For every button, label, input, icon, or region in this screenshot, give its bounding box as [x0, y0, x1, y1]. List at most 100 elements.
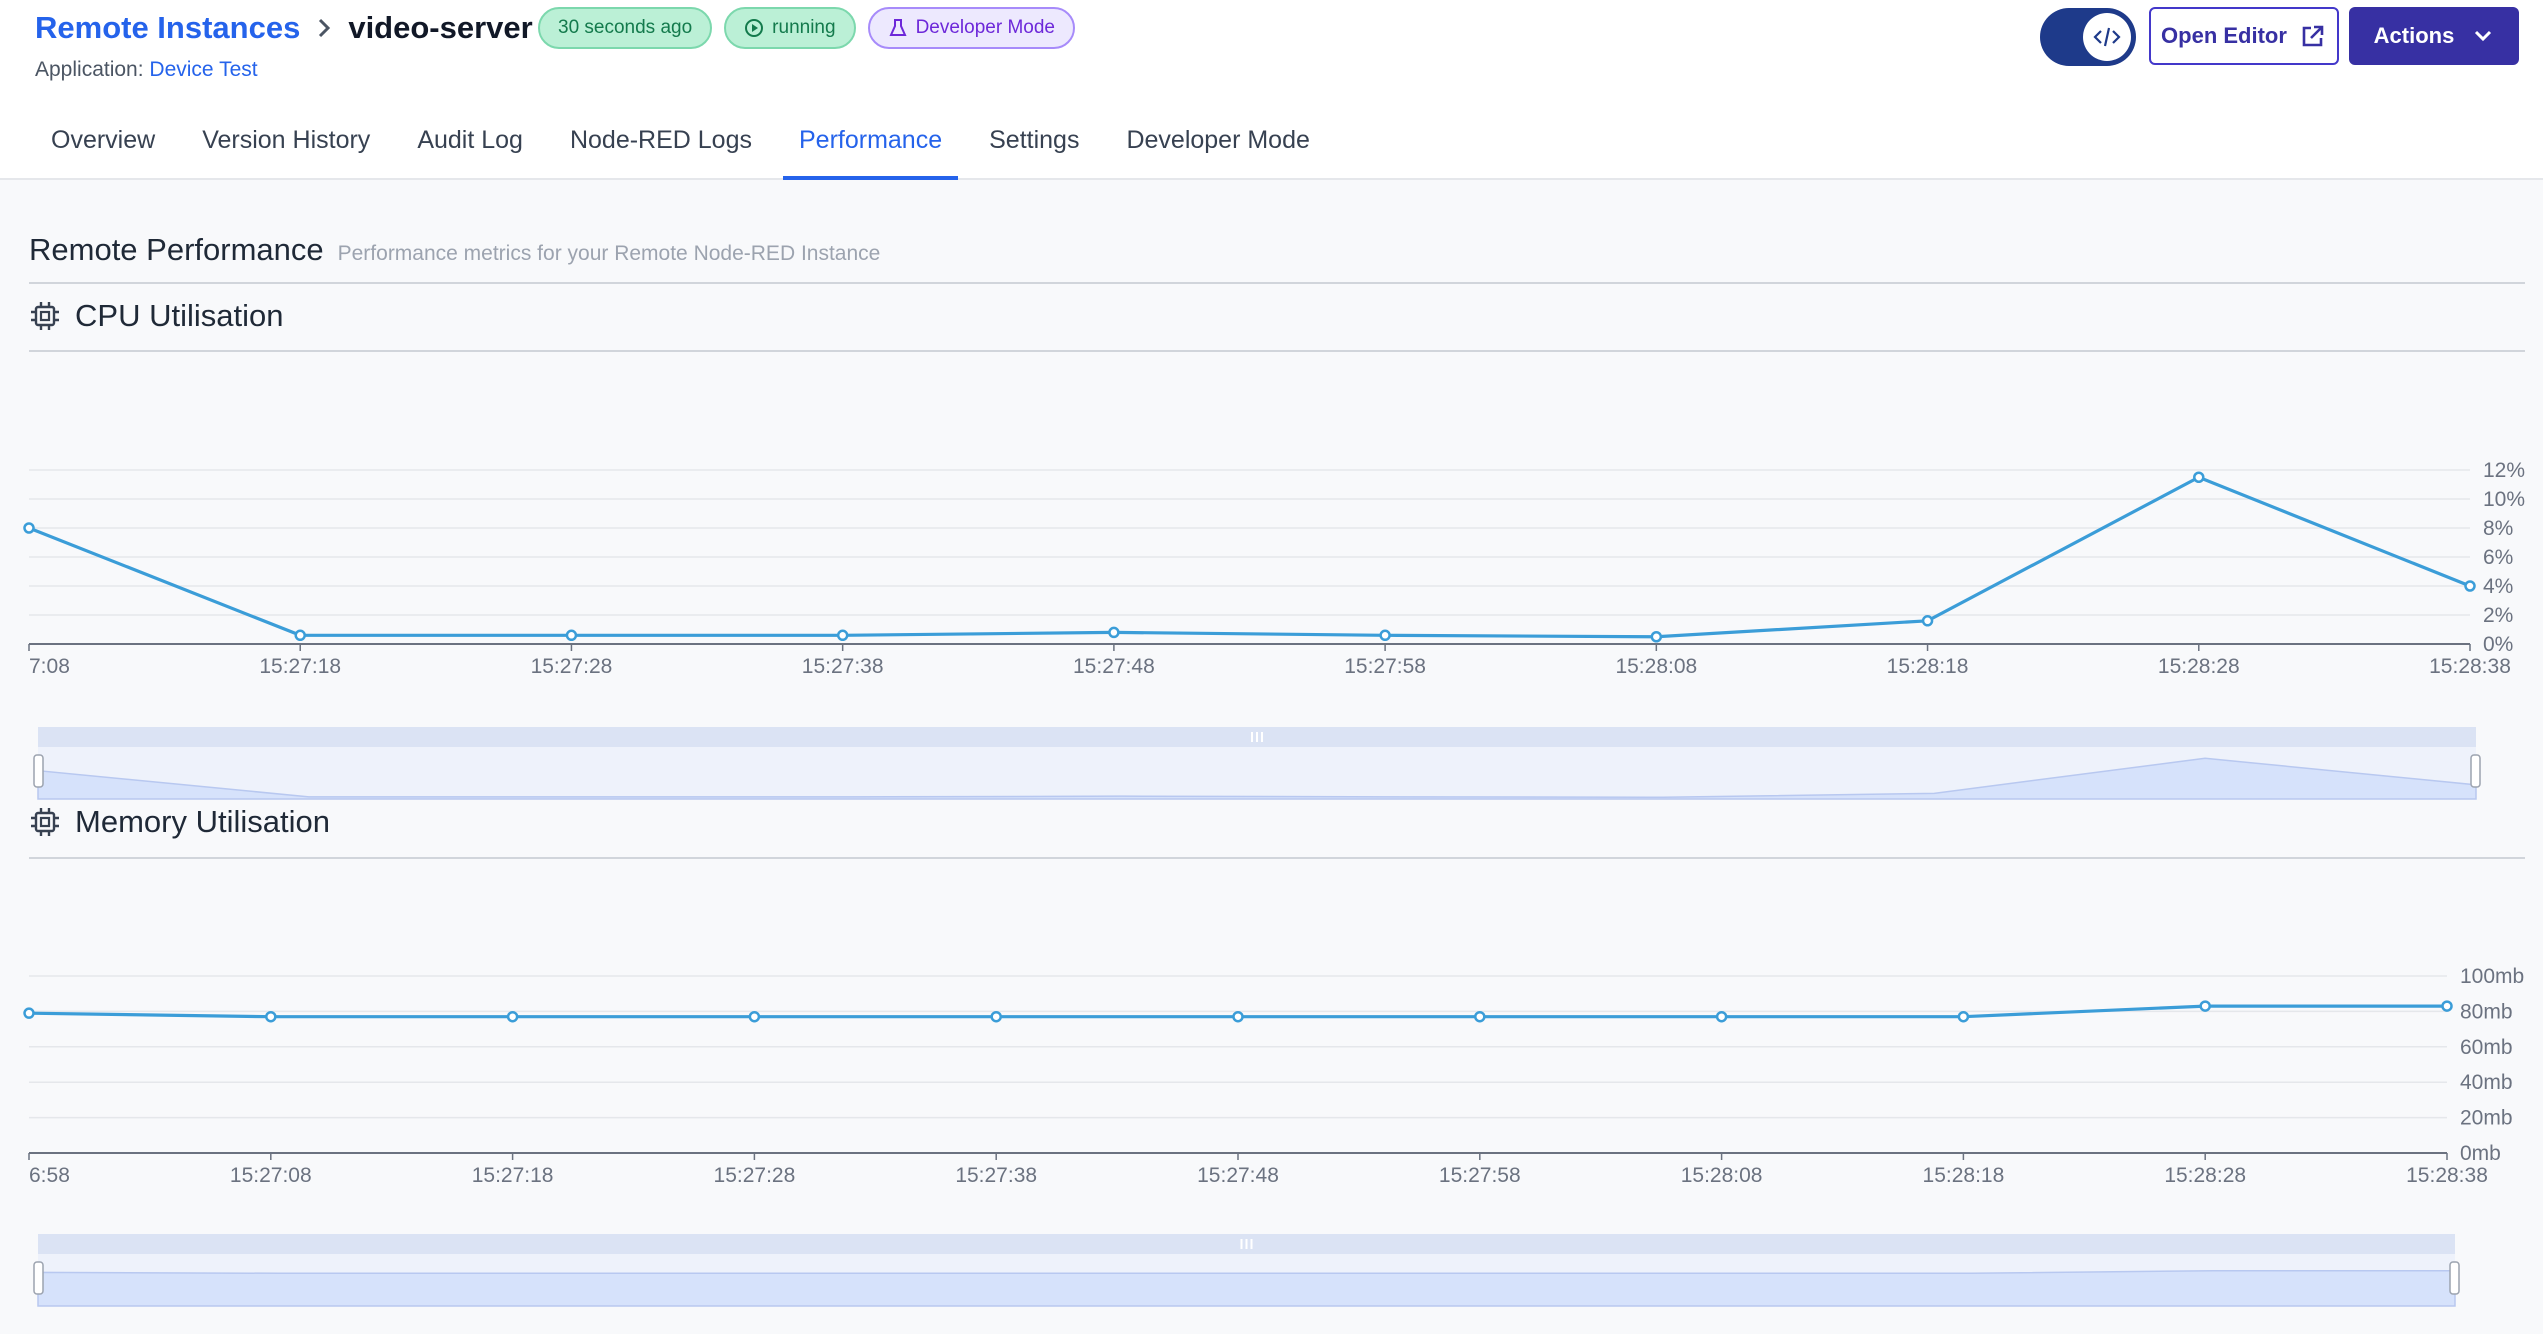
x-tick-label: 15:27:18: [259, 655, 341, 678]
x-tick-label: 15:28:08: [1681, 1164, 1763, 1187]
code-icon: [2093, 27, 2121, 47]
memory-chart-title: Memory Utilisation: [75, 804, 330, 839]
x-tick-label: 15:28:38: [2406, 1164, 2488, 1187]
toggle-knob: [2083, 13, 2131, 61]
developer-mode-badge: Developer Mode: [867, 7, 1075, 49]
data-point: [2199, 1000, 2211, 1012]
data-point: [2464, 580, 2476, 592]
x-tick-label: 15:27:48: [1197, 1164, 1279, 1187]
tab-settings[interactable]: Settings: [973, 118, 1095, 180]
section-title: Remote Performance: [29, 232, 324, 267]
y-tick-label: 100mb: [2460, 965, 2524, 988]
y-tick-label: 2%: [2483, 604, 2513, 627]
cpu-icon: [31, 302, 59, 330]
tab-version-history[interactable]: Version History: [186, 118, 386, 180]
y-tick-label: 8%: [2483, 517, 2513, 540]
tab-node-red-logs[interactable]: Node-RED Logs: [554, 118, 768, 180]
application-info: Application: Device Test: [35, 58, 258, 82]
chevron-right-icon: [319, 18, 331, 38]
tab-overview[interactable]: Overview: [35, 118, 171, 180]
x-tick-label: 6:58: [29, 1164, 70, 1187]
x-tick-label: 15:27:08: [230, 1164, 312, 1187]
slider-handle-left: [33, 754, 44, 788]
y-tick-label: 6%: [2483, 546, 2513, 569]
instance-header: Remote Instances video-server 30 seconds…: [0, 0, 2543, 180]
memory-divider: [29, 857, 2525, 859]
y-tick-label: 10%: [2483, 488, 2525, 511]
data-point: [990, 1010, 1002, 1023]
x-tick-label: 15:28:08: [1615, 655, 1697, 678]
slider-preview-area: [37, 1269, 2456, 1307]
x-tick-label: 15:28:18: [1923, 1164, 2005, 1187]
x-tick-label: 15:27:18: [472, 1164, 554, 1187]
developer-mode-toggle[interactable]: [2040, 8, 2136, 66]
y-tick-label: 60mb: [2460, 1036, 2513, 1059]
y-tick-label: 4%: [2483, 575, 2513, 598]
zoom-slider: [33, 1234, 2460, 1307]
instance-tabs: Overview Version History Audit Log Node-…: [35, 118, 1341, 180]
data-point: [23, 1007, 35, 1019]
beaker-icon: [889, 19, 907, 36]
data-point: [1650, 631, 1663, 643]
data-point: [265, 1010, 277, 1023]
breadcrumb-remote-instances[interactable]: Remote Instances: [35, 10, 300, 46]
data-point: [836, 629, 849, 642]
cpu-chart: 0% 2% 4% 6% 8% 10% 12% 7:08 15:27:18 15:27:28 15:2…: [23, 459, 2525, 800]
developer-mode-text: Developer Mode: [915, 17, 1055, 38]
x-tick-label: 15:28:18: [1887, 655, 1969, 678]
section-divider: [29, 282, 2525, 284]
section-header: Remote Performance Performance metrics f…: [29, 232, 880, 268]
slider-handle-left: [33, 1261, 44, 1295]
data-point: [1921, 615, 1934, 627]
y-tick-label: 80mb: [2460, 1000, 2513, 1023]
cpu-chart-header: CPU Utilisation: [29, 298, 283, 334]
actions-label: Actions: [2373, 23, 2455, 48]
y-tick-label: 20mb: [2460, 1107, 2513, 1130]
slider-handle-right: [2449, 1261, 2460, 1295]
zoom-slider: [33, 727, 2481, 800]
data-point: [1715, 1010, 1728, 1023]
x-tick-label: 15:27:28: [531, 655, 613, 678]
data-point: [1108, 626, 1120, 639]
tab-audit-log[interactable]: Audit Log: [401, 118, 539, 180]
y-tick-label: 0mb: [2460, 1142, 2501, 1165]
tab-performance[interactable]: Performance: [782, 118, 959, 180]
last-seen-badge: 30 seconds ago: [538, 7, 713, 49]
application-label: Application:: [35, 58, 144, 81]
y-tick-label: 0%: [2483, 633, 2513, 656]
x-tick-label: 15:27:28: [714, 1164, 796, 1187]
x-tick-label: 15:28:28: [2164, 1164, 2246, 1187]
actions-dropdown-button[interactable]: Actions: [2349, 7, 2519, 65]
open-editor-label: Open Editor: [2161, 23, 2287, 48]
data-point: [565, 629, 578, 642]
y-tick-label: 12%: [2483, 459, 2525, 482]
memory-chart-header: Memory Utilisation: [29, 804, 330, 840]
status-badges: 30 seconds ago running Developer Mode: [538, 7, 1075, 49]
application-link[interactable]: Device Test: [149, 58, 257, 81]
data-point: [748, 1010, 761, 1023]
x-tick-label: 15:28:28: [2158, 655, 2240, 678]
x-tick-label: 15:27:48: [1073, 655, 1155, 678]
breadcrumb: Remote Instances video-server: [35, 8, 533, 48]
data-point: [2441, 1000, 2453, 1012]
section-subtitle: Performance metrics for your Remote Node…: [337, 242, 881, 265]
open-editor-button[interactable]: Open Editor: [2149, 7, 2339, 65]
memory-icon: [31, 808, 59, 836]
status-text: running: [772, 17, 836, 38]
status-badge: running: [724, 7, 856, 49]
data-point: [1957, 1010, 1970, 1023]
chevron-down-icon: [2475, 30, 2492, 42]
data-point: [294, 629, 306, 642]
x-tick-label: 15:27:38: [802, 655, 884, 678]
play-circle-icon: [745, 19, 764, 37]
page-title: video-server: [348, 10, 533, 45]
data-point: [1379, 629, 1391, 642]
tab-developer-mode[interactable]: Developer Mode: [1110, 118, 1325, 180]
data-point: [1474, 1010, 1486, 1023]
x-tick-label: 15:27:58: [1439, 1164, 1521, 1187]
cpu-divider: [29, 350, 2525, 352]
x-tick-label: 15:28:38: [2429, 655, 2511, 678]
data-point: [506, 1010, 519, 1023]
data-point: [23, 522, 35, 534]
y-tick-label: 40mb: [2460, 1071, 2513, 1094]
